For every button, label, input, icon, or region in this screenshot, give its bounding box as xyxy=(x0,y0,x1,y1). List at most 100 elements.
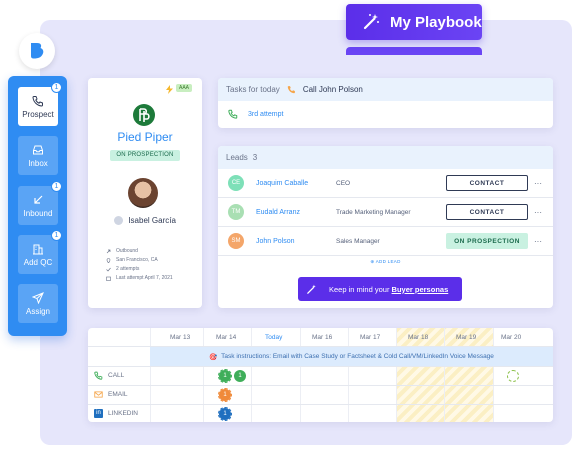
sidebar-item-prospect[interactable]: Prospect 1 xyxy=(18,82,62,126)
company-logo xyxy=(133,104,155,126)
linkedin-activity-dot[interactable]: 1 xyxy=(218,407,232,421)
contact-button[interactable]: CONTACT xyxy=(446,175,528,191)
leads-header: Leads 3 xyxy=(218,146,553,169)
channel-name: LINKEDIN xyxy=(108,410,138,417)
timeline-row-call: CALL 1 1 xyxy=(88,366,553,385)
sidebar-item-inbound[interactable]: Inbound 1 xyxy=(18,181,62,225)
magic-wand-icon xyxy=(363,14,379,30)
timeline-day: Mar 20 xyxy=(501,334,522,341)
add-lead-label: ADD LEAD xyxy=(375,259,401,264)
lead-name[interactable]: Joaquim Caballe xyxy=(256,180,308,187)
mail-icon xyxy=(94,391,103,398)
meta-attempts: 2 attempts xyxy=(106,266,139,272)
lead-role: Sales Manager xyxy=(336,237,380,245)
leads-count: 3 xyxy=(252,153,258,162)
persona-prefix: Keep in mind your xyxy=(329,284,390,294)
timeline-day: Mar 16 xyxy=(312,334,333,341)
lead-name[interactable]: John Polson xyxy=(256,238,295,245)
buyer-personas-link[interactable]: Buyer personas xyxy=(392,285,449,294)
contact-button[interactable]: CONTACT xyxy=(446,204,528,220)
tasks-header: Tasks for today Call John Polson xyxy=(218,78,553,101)
attempt-label: 3rd attempt xyxy=(248,110,284,118)
tasks-panel: Tasks for today Call John Polson 3rd att… xyxy=(218,78,553,128)
location-icon xyxy=(106,257,111,263)
lightning-icon xyxy=(166,85,173,94)
lead-avatar: SM xyxy=(228,233,244,249)
contact-name-text: Isabel García xyxy=(128,216,176,225)
calendar-icon xyxy=(106,276,111,281)
company-status-badge: ON PROSPECTION xyxy=(110,150,180,161)
buyer-personas-banner[interactable]: Keep in mind your Buyer personas xyxy=(298,277,462,301)
task-instructions-bar[interactable]: 🎯 Task instructions: Email with Case Stu… xyxy=(150,347,553,366)
bloobirds-logo-icon xyxy=(31,43,44,59)
inbound-arrow-icon xyxy=(34,195,43,204)
meta-location: San Francisco, CA xyxy=(106,257,158,263)
lead-avatar: TM xyxy=(228,204,244,220)
lead-role: CEO xyxy=(336,179,351,187)
sidebar-item-assign[interactable]: Assign xyxy=(18,284,58,323)
more-options-icon[interactable]: ··· xyxy=(534,237,542,246)
company-name[interactable]: Pied Piper xyxy=(88,130,202,144)
lead-avatar: CE xyxy=(228,175,244,191)
lead-name[interactable]: Eudald Arranz xyxy=(256,209,300,216)
more-options-icon[interactable]: ··· xyxy=(534,208,542,217)
timeline-day-today: Today xyxy=(265,334,283,341)
notification-badge: 1 xyxy=(51,181,62,192)
scheduled-call-dot[interactable] xyxy=(507,370,519,382)
timeline-row-linkedin: in LINKEDIN 1 xyxy=(88,404,553,422)
sidebar: Prospect 1 Inbox Inbound 1 Add QC 1 Assi… xyxy=(8,76,67,336)
channel-name: EMAIL xyxy=(108,391,128,398)
company-tier-tag: AAA xyxy=(176,84,193,92)
phone-icon xyxy=(228,109,238,119)
tasks-title: Tasks for today xyxy=(226,85,280,94)
lead-row[interactable]: SM John Polson Sales Manager ON PROSPECT… xyxy=(218,227,553,256)
timeline-header: Mar 13 Mar 14 Today Mar 16 Mar 17 Mar 18… xyxy=(88,328,553,347)
lead-row[interactable]: CE Joaquim Caballe CEO CONTACT ··· xyxy=(218,169,553,198)
task-attempt-row[interactable]: 3rd attempt xyxy=(228,109,283,119)
leads-title: Leads xyxy=(226,153,248,162)
channel-label: EMAIL xyxy=(94,390,128,399)
meta-text: Outbound xyxy=(116,248,138,254)
timeline-day: Mar 14 xyxy=(216,334,237,341)
lead-role: Trade Marketing Manager xyxy=(336,208,411,216)
notification-badge: 1 xyxy=(51,230,62,241)
more-options-icon[interactable]: ··· xyxy=(534,179,542,188)
phone-icon xyxy=(94,371,103,380)
on-prospection-button[interactable]: ON PROSPECTION xyxy=(446,233,528,249)
my-playbook-button[interactable]: My Playbook xyxy=(346,4,482,40)
lead-row[interactable]: TM Eudald Arranz Trade Marketing Manager… xyxy=(218,198,553,227)
meta-outbound: Outbound xyxy=(106,248,138,254)
contact-initial-icon xyxy=(114,216,124,226)
leads-panel: Leads 3 CE Joaquim Caballe CEO CONTACT ·… xyxy=(218,146,553,308)
sidebar-item-label: Inbound xyxy=(23,208,53,218)
timeline-day: Mar 13 xyxy=(170,334,191,341)
phone-icon xyxy=(287,86,295,94)
timeline-day: Mar 19 xyxy=(456,334,477,341)
channel-name: CALL xyxy=(108,372,125,379)
sidebar-item-add-qc[interactable]: Add QC 1 xyxy=(18,230,62,274)
sidebar-item-label: Inbox xyxy=(28,158,48,168)
outbound-icon xyxy=(106,249,111,253)
notification-badge: 1 xyxy=(51,82,62,93)
company-card: AAA Pied Piper ON PROSPECTION Isabel Gar… xyxy=(88,78,202,308)
meta-last-attempt: Last attempt April 7, 2021 xyxy=(106,275,173,281)
contact-name[interactable]: Isabel García xyxy=(88,216,202,226)
meta-text: Last attempt April 7, 2021 xyxy=(116,275,173,281)
call-activity-dot[interactable]: 1 xyxy=(218,369,232,383)
call-activity-dot[interactable]: 1 xyxy=(234,370,246,382)
task-title[interactable]: Call John Polson xyxy=(303,85,363,94)
task-instructions-text: Task instructions: Email with Case Study… xyxy=(221,353,494,360)
email-activity-dot[interactable]: 1 xyxy=(218,388,232,402)
app-logo[interactable] xyxy=(19,33,55,69)
channel-label: in LINKEDIN xyxy=(94,409,138,418)
add-lead-button[interactable]: ⊕ ADD LEAD xyxy=(218,259,553,265)
building-icon xyxy=(33,244,43,254)
sidebar-item-label: Add QC xyxy=(23,257,53,267)
meta-text: San Francisco, CA xyxy=(116,257,158,263)
playbook-label: My Playbook xyxy=(390,13,482,31)
sidebar-item-inbox[interactable]: Inbox xyxy=(18,136,58,175)
timeline-day: Mar 18 xyxy=(408,334,429,341)
playbook-shadow xyxy=(346,47,482,55)
inbox-icon xyxy=(33,145,43,154)
send-icon xyxy=(32,291,44,304)
